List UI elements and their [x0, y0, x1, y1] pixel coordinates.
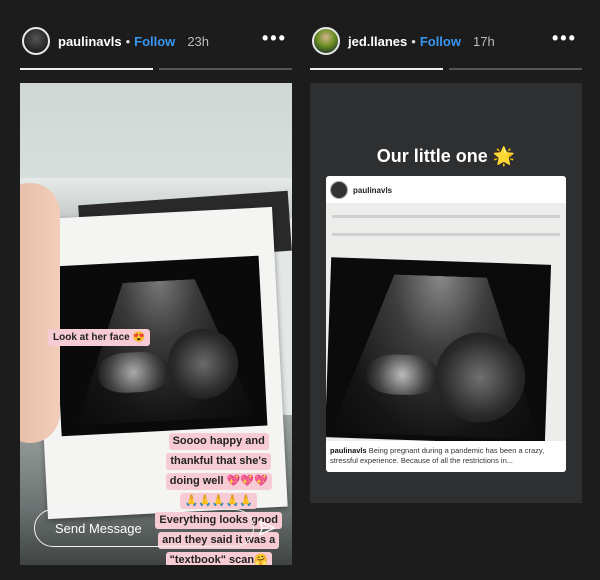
- story1-progress: [20, 68, 292, 70]
- scan-body: [366, 353, 438, 396]
- caption-line: 🙏🙏🙏🙏🙏: [180, 492, 257, 510]
- story2-progress: [310, 68, 582, 70]
- avatar[interactable]: [312, 27, 340, 55]
- story1-image[interactable]: Look at her face 😍 Soooo happy and thank…: [20, 83, 292, 565]
- progress-segment: [310, 68, 443, 70]
- username[interactable]: jed.llanes: [348, 34, 407, 49]
- story1-header: paulinavls • Follow 23h: [22, 22, 209, 60]
- avatar[interactable]: [22, 27, 50, 55]
- send-icon[interactable]: [258, 519, 276, 537]
- timestamp: 23h: [187, 33, 210, 49]
- thumb: [20, 183, 60, 443]
- more-options-icon[interactable]: •••: [262, 28, 287, 49]
- card-image: [326, 203, 566, 441]
- send-message-placeholder: Send Message: [55, 520, 142, 536]
- card-header: paulinavls: [330, 181, 392, 199]
- more-options-icon[interactable]: •••: [552, 28, 577, 49]
- avatar: [330, 181, 348, 199]
- timestamp: 17h: [472, 33, 495, 49]
- caption-line: "textbook" scan🤗: [165, 552, 272, 565]
- caption-username: paulinavls: [330, 446, 367, 455]
- follow-button[interactable]: Follow: [420, 34, 461, 49]
- username[interactable]: paulinavls: [58, 34, 122, 49]
- caption-line: thankful that she's: [166, 452, 272, 470]
- card-username: paulinavls: [353, 185, 393, 195]
- progress-segment: [449, 68, 582, 70]
- story2-image[interactable]: Our little one 🌟 paulinavls paulinavls B…: [310, 83, 582, 503]
- follow-button[interactable]: Follow: [134, 34, 175, 49]
- print-edge: [332, 233, 560, 236]
- print-edge: [332, 215, 560, 218]
- separator: •: [411, 33, 416, 49]
- story2-header: jed.llanes • Follow 17h: [312, 22, 495, 60]
- separator: •: [125, 33, 131, 49]
- caption-line: Soooo happy and: [168, 433, 269, 450]
- look-sticker: Look at her face 😍: [48, 329, 150, 346]
- story-title: Our little one 🌟: [376, 146, 516, 166]
- progress-segment: [159, 68, 292, 70]
- send-message-input[interactable]: Send Message: [34, 509, 254, 547]
- background-wall: [20, 83, 292, 193]
- progress-segment: [20, 68, 153, 70]
- shared-post-card[interactable]: paulinavls paulinavls Being pregnant dur…: [326, 176, 566, 472]
- scan-body: [97, 350, 170, 395]
- caption-line: doing well 💖💖💖: [165, 472, 272, 490]
- card-caption: paulinavls Being pregnant during a pande…: [330, 446, 562, 466]
- ultrasound-scan: [326, 257, 552, 441]
